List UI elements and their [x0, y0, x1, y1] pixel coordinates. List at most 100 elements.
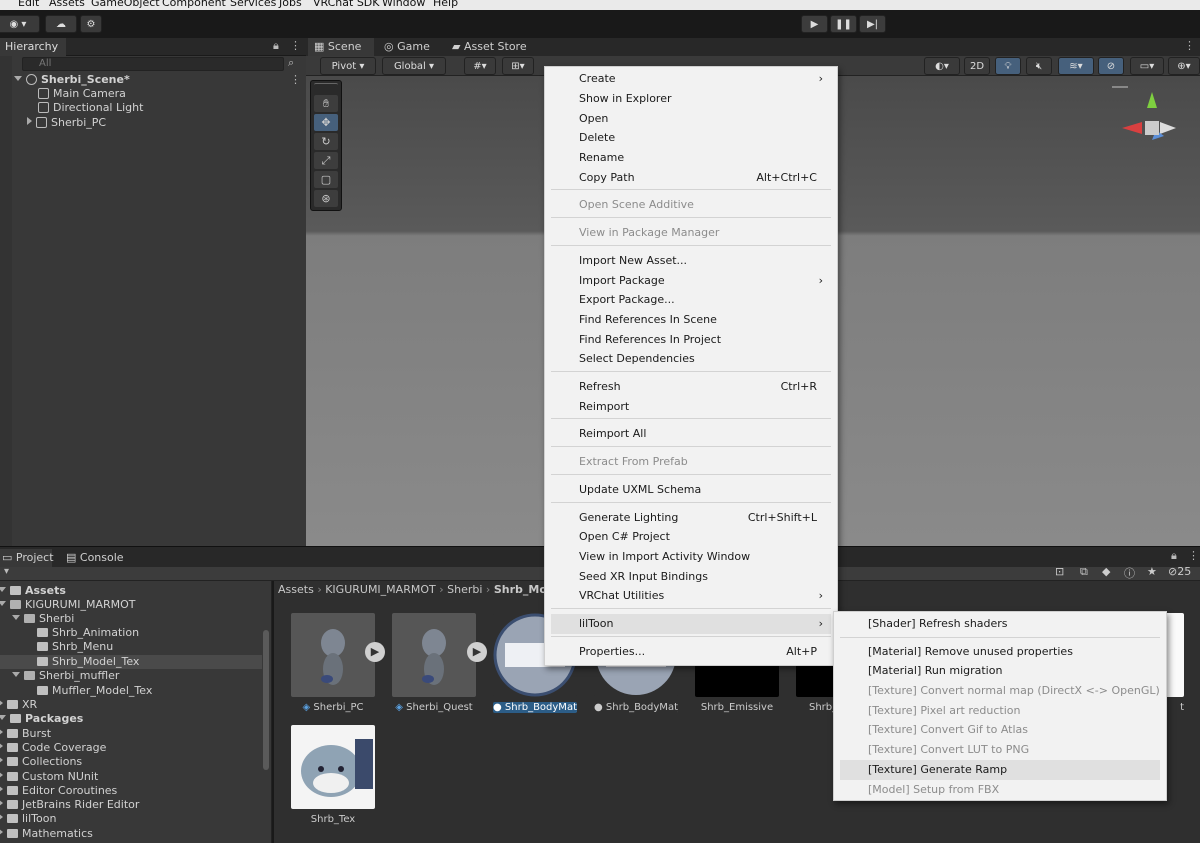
- effects-dropdown-icon[interactable]: ≋▾: [1058, 57, 1094, 75]
- lighting-toggle-icon[interactable]: 💡︎: [995, 57, 1021, 75]
- collapsed-arrow-icon[interactable]: [0, 785, 3, 793]
- tab-asset-store[interactable]: ▰ Asset Store: [446, 38, 533, 56]
- hidden-objects-icon[interactable]: ⊘: [1098, 57, 1124, 75]
- breadcrumb-kigurumi[interactable]: KIGURUMI_MARMOT: [325, 583, 436, 596]
- account-dropdown[interactable]: ◉ ▾: [0, 15, 40, 33]
- scene-root-row[interactable]: Sherbi_Scene*: [14, 73, 130, 87]
- asset-sherbi-quest[interactable]: ◈ Sherbi_Quest: [392, 613, 476, 713]
- collapsed-arrow-icon[interactable]: [0, 799, 3, 807]
- step-button[interactable]: ▶|: [859, 15, 886, 33]
- tree-editor-coroutines[interactable]: Editor Coroutines: [0, 784, 117, 798]
- search-icon[interactable]: ⌕: [288, 56, 294, 70]
- scale-tool-icon[interactable]: ⤢: [314, 152, 338, 169]
- menu-assets[interactable]: Assets: [49, 0, 85, 9]
- menu-item-copy-path[interactable]: Copy Path Alt+Ctrl+C: [551, 168, 831, 188]
- search-by-type-icon[interactable]: ⊡: [1055, 565, 1064, 578]
- kebab-menu-icon[interactable]: ⋮: [290, 39, 301, 52]
- menu-item-liltoon[interactable]: lilToon ›: [551, 614, 831, 634]
- move-tool-icon[interactable]: ✥: [314, 114, 338, 131]
- tab-console[interactable]: ▤ Console: [60, 549, 130, 567]
- overlay-drag-handle[interactable]: [314, 83, 338, 89]
- hidden-packages-icon[interactable]: ⊘25: [1168, 565, 1191, 578]
- tree-burst[interactable]: Burst: [0, 727, 51, 741]
- menu-item-import-package[interactable]: Import Package ›: [551, 271, 831, 291]
- grid-snap-icon[interactable]: #▾: [464, 57, 496, 75]
- tree-jetbrains-rider[interactable]: JetBrains Rider Editor: [0, 798, 139, 812]
- toggle-2d-button[interactable]: 2D: [964, 57, 990, 75]
- expand-arrow-icon[interactable]: [0, 601, 6, 606]
- hierarchy-item-directional-light[interactable]: Directional Light: [38, 101, 143, 115]
- menu-item-find-references-in-project[interactable]: Find References In Project: [551, 330, 831, 350]
- collapsed-arrow-icon[interactable]: [0, 771, 3, 779]
- orientation-gizmo-icon[interactable]: [1112, 86, 1192, 166]
- menu-gameobject[interactable]: GameObject: [91, 0, 160, 9]
- global-dropdown[interactable]: Global ▾: [382, 57, 446, 75]
- tree-liltoon[interactable]: lilToon: [0, 812, 56, 826]
- play-button[interactable]: ▶: [801, 15, 828, 33]
- menu-edit[interactable]: Edit: [18, 0, 39, 9]
- gear-icon[interactable]: ⚙: [80, 15, 102, 33]
- tree-xr[interactable]: XR: [0, 698, 37, 712]
- tree-assets[interactable]: Assets: [0, 584, 66, 598]
- tab-game[interactable]: ◎ Game: [378, 38, 436, 56]
- tree-shrb-model-tex[interactable]: Shrb_Model_Tex: [0, 655, 262, 669]
- menu-item-refresh[interactable]: Refresh Ctrl+R: [551, 377, 831, 397]
- collapsed-arrow-icon[interactable]: [0, 828, 3, 836]
- tree-kigurumi-marmot[interactable]: KIGURUMI_MARMOT: [0, 598, 136, 612]
- tree-collections[interactable]: Collections: [0, 755, 82, 769]
- snap-increment-icon[interactable]: ⊞▾: [502, 57, 534, 75]
- tree-shrb-animation[interactable]: Shrb_Animation: [37, 626, 139, 640]
- rotate-tool-icon[interactable]: ↻: [314, 133, 338, 150]
- tree-sherbi[interactable]: Sherbi: [12, 612, 74, 626]
- expand-prefab-icon[interactable]: ▶: [365, 642, 385, 662]
- tab-hierarchy[interactable]: Hierarchy: [0, 38, 66, 56]
- tab-project[interactable]: ▭ Project: [0, 549, 54, 567]
- create-dropdown-icon[interactable]: ▾: [4, 566, 9, 577]
- menu-item-view-in-import-activity-window[interactable]: View in Import Activity Window: [551, 547, 831, 567]
- tree-scrollbar[interactable]: [263, 630, 269, 770]
- expand-arrow-icon[interactable]: [0, 587, 6, 592]
- asset-sherbi-pc[interactable]: ◈ Sherbi_PC: [291, 613, 375, 713]
- gizmos-dropdown-icon[interactable]: ⊕▾: [1168, 57, 1200, 75]
- expand-arrow-icon[interactable]: [12, 615, 20, 620]
- star-icon[interactable]: ★: [1147, 565, 1157, 578]
- collapsed-arrow-icon[interactable]: [0, 756, 3, 764]
- info-icon[interactable]: ⓘ: [1124, 565, 1135, 581]
- tree-muffler-model-tex[interactable]: Muffler_Model_Tex: [37, 684, 152, 698]
- collapsed-arrow-icon[interactable]: [0, 728, 3, 736]
- collapsed-arrow-icon[interactable]: [0, 699, 3, 707]
- tree-custom-nunit[interactable]: Custom NUnit: [0, 770, 98, 784]
- tab-scene[interactable]: ▦ Scene: [308, 38, 374, 56]
- menu-item-import-new-asset[interactable]: Import New Asset...: [551, 251, 831, 271]
- hierarchy-item-sherbi-pc[interactable]: Sherbi_PC: [27, 116, 106, 130]
- submenu-item-shader-refresh-shaders[interactable]: [Shader] Refresh shaders: [840, 614, 1160, 634]
- menu-item-reimport-all[interactable]: Reimport All: [551, 424, 831, 444]
- expand-arrow-icon[interactable]: [12, 672, 20, 677]
- breadcrumb-assets[interactable]: Assets: [278, 583, 314, 596]
- menu-item-rename[interactable]: Rename: [551, 148, 831, 168]
- pivot-dropdown[interactable]: Pivot ▾: [320, 57, 376, 75]
- menu-item-update-uxml-schema[interactable]: Update UXML Schema: [551, 480, 831, 500]
- menu-item-delete[interactable]: Delete: [551, 128, 831, 148]
- menu-item-generate-lighting[interactable]: Generate Lighting Ctrl+Shift+L: [551, 508, 831, 528]
- menu-item-show-in-explorer[interactable]: Show in Explorer: [551, 89, 831, 109]
- menu-item-find-references-in-scene[interactable]: Find References In Scene: [551, 310, 831, 330]
- tree-packages[interactable]: Packages: [0, 712, 83, 726]
- expand-prefab-icon[interactable]: ▶: [467, 642, 487, 662]
- lock-icon[interactable]: 🔒︎: [273, 39, 279, 53]
- scene-kebab-icon[interactable]: ⋮: [1184, 39, 1195, 52]
- menu-component[interactable]: Component: [162, 0, 226, 9]
- menu-item-open[interactable]: Open: [551, 109, 831, 129]
- breadcrumb-current[interactable]: Shrb_Mo: [494, 583, 547, 596]
- camera-dropdown-icon[interactable]: ▭▾: [1130, 57, 1164, 75]
- menu-item-select-dependencies[interactable]: Select Dependencies: [551, 349, 831, 369]
- menu-help[interactable]: Help: [433, 0, 458, 9]
- collapsed-arrow-icon[interactable]: [0, 742, 3, 750]
- audio-toggle-icon[interactable]: 🔇︎: [1026, 57, 1052, 75]
- scene-kebab-icon[interactable]: ⋮: [290, 73, 301, 86]
- hand-tool-icon[interactable]: ✋︎: [314, 95, 338, 112]
- hierarchy-item-main-camera[interactable]: Main Camera: [38, 87, 126, 101]
- menu-item-open-c-project[interactable]: Open C# Project: [551, 527, 831, 547]
- menu-services[interactable]: Services: [230, 0, 276, 9]
- cloud-icon[interactable]: ☁: [45, 15, 77, 33]
